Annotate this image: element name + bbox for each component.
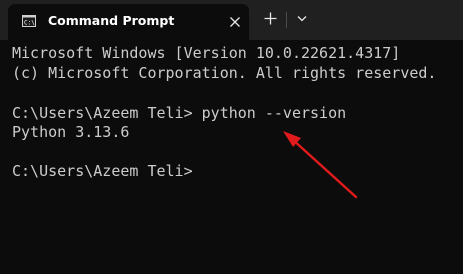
console-line: C:\Users\Azeem Teli> (12, 162, 193, 180)
console-line: Python 3.13.6 (12, 123, 130, 141)
console-line: C:\Users\Azeem Teli> python --version (12, 104, 347, 122)
console-line: (c) Microsoft Corporation. All rights re… (12, 64, 437, 82)
console-line: Microsoft Windows [Version 10.0.22621.43… (12, 44, 401, 62)
plus-icon[interactable] (264, 12, 277, 25)
tab-title: Command Prompt (48, 13, 175, 28)
title-bar[interactable]: C:\ Command Prompt (0, 0, 463, 40)
titlebar-divider (286, 12, 287, 28)
svg-text:C:\: C:\ (24, 20, 35, 27)
close-icon[interactable] (229, 16, 241, 28)
cmd-icon: C:\ (22, 15, 36, 27)
chevron-down-icon[interactable] (297, 15, 307, 22)
command-prompt-window: C:\ Command Prompt Microsoft Windows [Ve… (0, 0, 463, 274)
tab-command-prompt[interactable]: C:\ Command Prompt (8, 4, 249, 40)
console-output[interactable]: Microsoft Windows [Version 10.0.22621.43… (0, 40, 463, 274)
